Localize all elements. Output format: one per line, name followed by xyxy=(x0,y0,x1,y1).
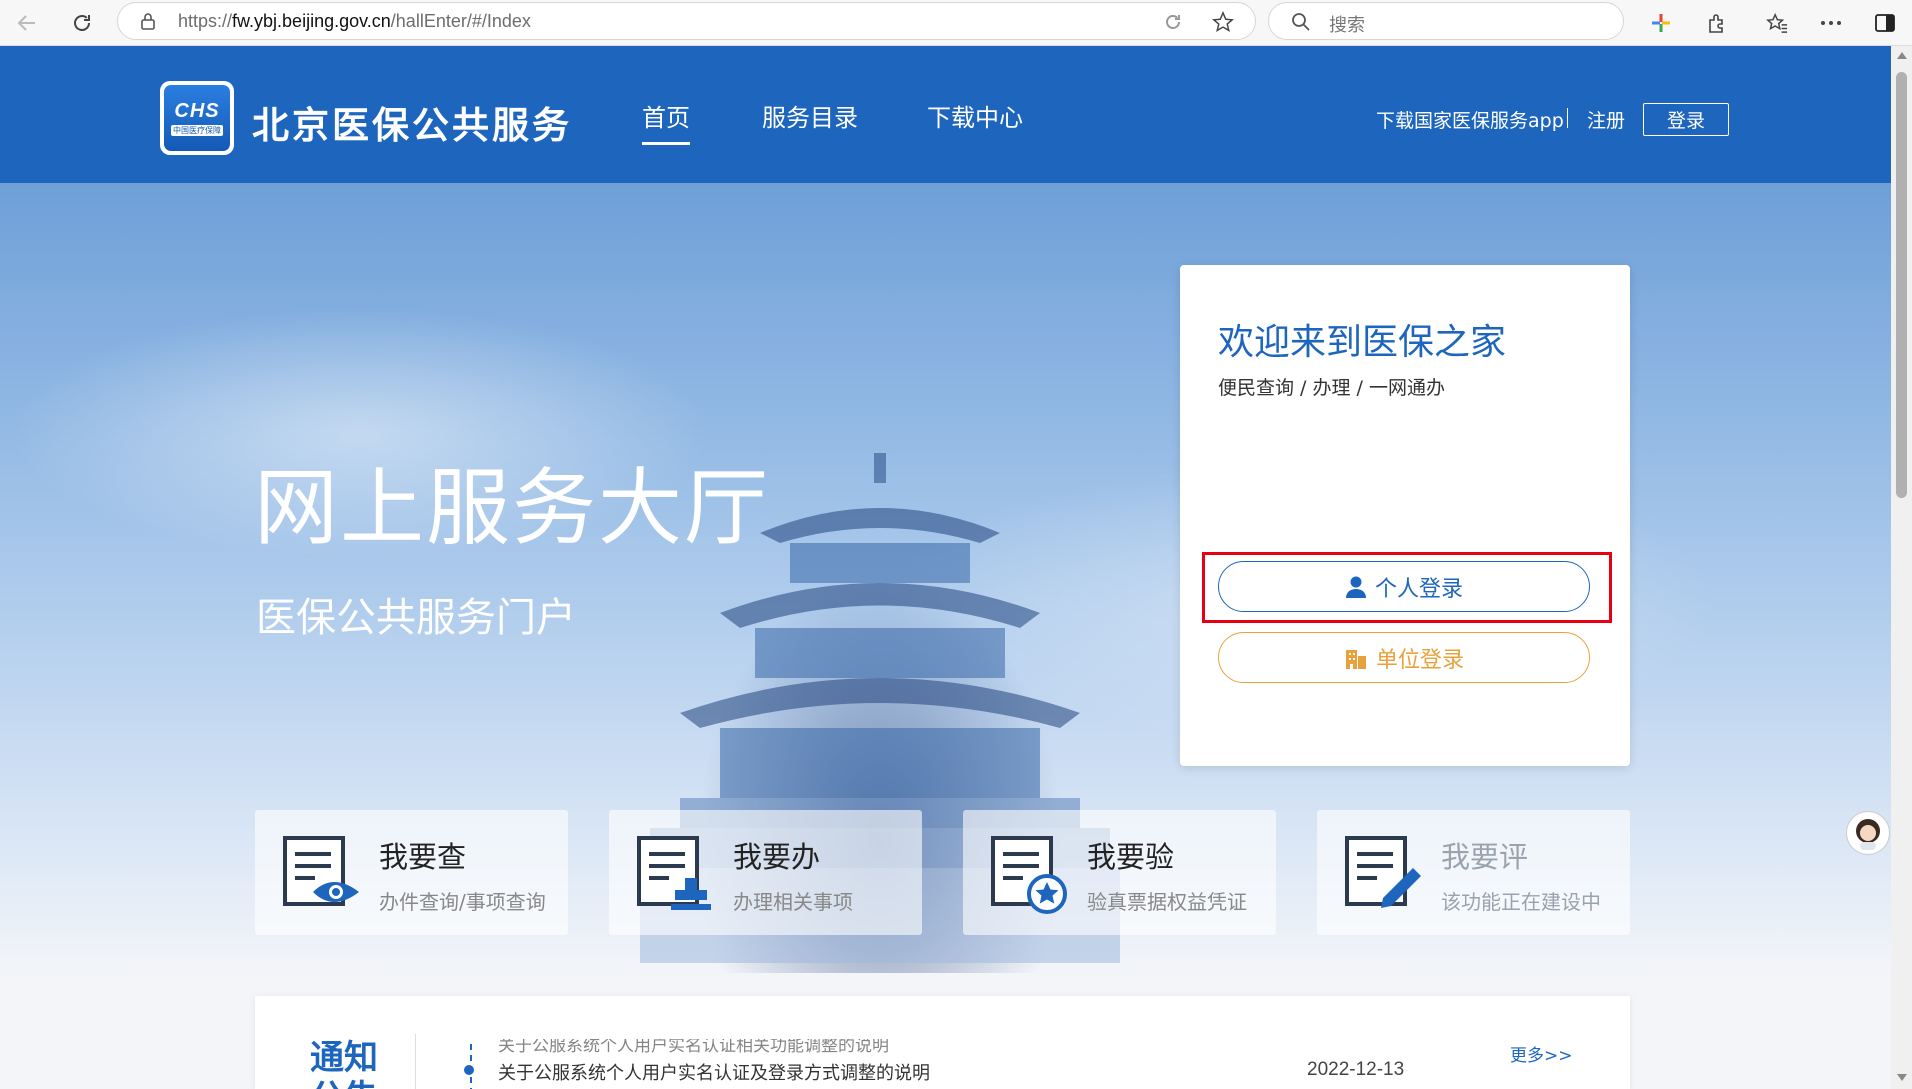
browser-toolbar: https://fw.ybj.beijing.gov.cn/hallEnter/… xyxy=(0,0,1912,46)
card-query-sub: 办件查询/事项查询 xyxy=(379,890,546,914)
register-link[interactable]: 注册 xyxy=(1587,106,1625,133)
url-path: /hallEnter/#/Index xyxy=(390,11,531,31)
nav-home[interactable]: 首页 xyxy=(642,98,690,145)
arrow-left-icon xyxy=(17,15,35,31)
browser-search[interactable]: 搜索 xyxy=(1268,2,1624,40)
stamp-icon xyxy=(637,836,711,910)
url-host: fw.ybj.beijing.gov.cn xyxy=(232,11,391,31)
card-evaluate-title: 我要评 xyxy=(1441,840,1529,874)
login-panel: 欢迎来到医保之家 便民查询 / 办理 / 一网通办 个人登录 单位登录 xyxy=(1180,265,1630,766)
favorites-icon[interactable] xyxy=(1760,6,1794,40)
nav-service-catalog[interactable]: 服务目录 xyxy=(762,98,858,133)
logo-text: CHS xyxy=(174,100,220,122)
notice-item-date: 2022-12-13 xyxy=(1307,1059,1405,1080)
card-verify-title: 我要验 xyxy=(1087,840,1175,874)
address-bar[interactable]: https://fw.ybj.beijing.gov.cn/hallEnter/… xyxy=(117,2,1256,40)
building-icon xyxy=(1345,649,1366,669)
notice-section: 通知公告 关于公服系统个人用户实名认证相关功能调整的说明 关于公服系统个人用户实… xyxy=(255,996,1630,1089)
search-eye-icon xyxy=(283,836,359,906)
assistant-avatar-icon xyxy=(1856,819,1880,850)
assistant-avatar-button[interactable] xyxy=(1846,811,1890,855)
notice-divider xyxy=(415,1034,416,1089)
site-header: CHS 中国医疗保障 北京医保公共服务 首页 服务目录 下载中心 下载国家医保服… xyxy=(0,46,1891,183)
notice-heading: 通知公告 xyxy=(310,1038,378,1089)
page-scrollbar[interactable] xyxy=(1891,46,1912,1089)
refresh-site-icon[interactable] xyxy=(1163,12,1183,32)
notice-item-link[interactable]: 关于公服系统个人用户实名认证及登录方式调整的说明 xyxy=(498,1059,930,1085)
url-prefix: https:// xyxy=(178,11,233,31)
scroll-down-arrow-icon[interactable] xyxy=(1897,1074,1907,1081)
colorful-extension-icon[interactable] xyxy=(1644,6,1678,40)
logo-subtext: 中国医疗保障 xyxy=(171,125,223,136)
lock-icon xyxy=(141,13,155,30)
pen-icon xyxy=(1345,836,1421,908)
reload-icon xyxy=(74,15,90,31)
star-icon[interactable] xyxy=(1212,11,1234,33)
card-handle-sub: 办理相关事项 xyxy=(733,890,853,914)
notice-prev-item[interactable]: 关于公服系统个人用户实名认证相关功能调整的说明 xyxy=(498,1039,889,1056)
verify-star-icon xyxy=(991,836,1067,914)
reload-button[interactable] xyxy=(65,6,99,40)
personal-login-button[interactable]: 个人登录 xyxy=(1218,561,1590,612)
url-text: https://fw.ybj.beijing.gov.cn/hallEnter/… xyxy=(178,11,531,32)
hero-subtitle: 医保公共服务门户 xyxy=(256,595,576,641)
scroll-up-arrow-icon[interactable] xyxy=(1897,52,1907,59)
chs-logo[interactable]: CHS 中国医疗保障 xyxy=(160,81,234,155)
welcome-title: 欢迎来到医保之家 xyxy=(1218,322,1507,363)
card-evaluate[interactable]: 我要评 该功能正在建设中 xyxy=(1317,810,1630,935)
notice-more-link[interactable]: 更多>> xyxy=(1510,1041,1573,1066)
card-evaluate-sub: 该功能正在建设中 xyxy=(1441,890,1601,914)
more-icon[interactable] xyxy=(1814,6,1848,40)
search-icon xyxy=(1292,13,1310,31)
card-verify[interactable]: 我要验 验真票据权益凭证 xyxy=(963,810,1276,935)
card-query[interactable]: 我要查 办件查询/事项查询 xyxy=(255,810,568,935)
back-button[interactable] xyxy=(10,6,44,40)
card-handle-title: 我要办 xyxy=(733,840,821,874)
card-query-title: 我要查 xyxy=(379,840,467,874)
card-verify-sub: 验真票据权益凭证 xyxy=(1087,890,1247,914)
welcome-subtitle: 便民查询 / 办理 / 一网通办 xyxy=(1218,377,1445,399)
hero-title: 网上服务大厅 xyxy=(254,459,771,557)
sidebar-toggle-icon[interactable] xyxy=(1868,6,1902,40)
nav-download-center[interactable]: 下载中心 xyxy=(927,98,1023,133)
person-icon xyxy=(1345,576,1366,598)
timeline-dot xyxy=(464,1065,474,1075)
unit-login-button[interactable]: 单位登录 xyxy=(1218,632,1590,683)
extensions-icon[interactable] xyxy=(1700,6,1734,40)
unit-login-label: 单位登录 xyxy=(1375,647,1464,673)
download-app-link[interactable]: 下载国家医保服务app xyxy=(1376,106,1564,133)
link-divider xyxy=(1567,108,1568,128)
card-handle[interactable]: 我要办 办理相关事项 xyxy=(609,810,922,935)
search-placeholder: 搜索 xyxy=(1329,15,1365,36)
header-login-button[interactable]: 登录 xyxy=(1643,103,1729,136)
site-name: 北京医保公共服务 xyxy=(252,104,572,147)
scrollbar-thumb[interactable] xyxy=(1896,72,1907,498)
personal-login-label: 个人登录 xyxy=(1374,576,1463,602)
